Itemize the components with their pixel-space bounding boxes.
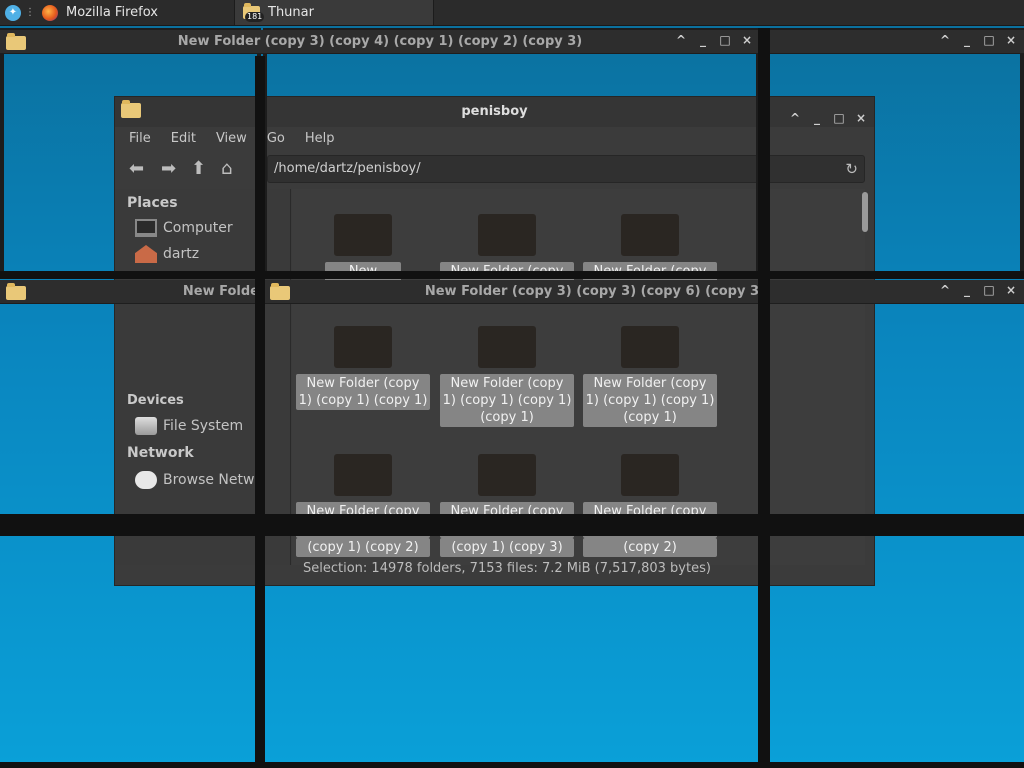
folder-icon [334,454,392,496]
folder-label: (copy 1) (copy 2) [296,538,430,557]
folder-icon [621,326,679,368]
firefox-icon [42,4,58,21]
taskbar-firefox-label: Mozilla Firefox [66,5,158,20]
window-count-badge: 181 [245,12,265,22]
top-panel: ✦ ⋮ Mozilla Firefox Thunar 181 [0,0,1024,26]
taskbar-firefox[interactable]: Mozilla Firefox [34,0,234,25]
folder-icon [478,326,536,368]
drive-icon [135,417,157,435]
tile-titlebar-mid-center[interactable]: New Folder (copy 3) (copy 3) (copy 6) (c… [264,280,1024,304]
minimize-button[interactable]: _ [696,33,710,47]
folder-icon [478,454,536,496]
shade-button[interactable]: ^ [938,283,952,297]
folder-item[interactable]: New Folder (copy 1) (copy 1) (copy 1) (c… [583,326,717,427]
tile-divider-horizontal [0,271,1024,279]
network-heading: Network [127,445,194,461]
folder-icon [621,454,679,496]
close-button[interactable]: × [1004,283,1018,297]
tile-title: New Folder (copy 3) (copy 3) (copy 6) (c… [424,284,759,299]
taskbar-thunar[interactable]: Thunar [234,0,434,25]
minimize-button[interactable]: _ [960,33,974,47]
close-button[interactable]: × [1004,33,1018,47]
folder-label: New Folder (copy 1) (copy 1) (copy 1) [296,374,430,410]
sidebar-item-label: File System [163,418,244,434]
folder-label: (copy 1) (copy 3) [440,538,574,557]
folder-label: New Folder (copy 1) (copy 1) (copy 1) (c… [583,374,717,427]
tile-titlebar-top-right[interactable]: ^ _ □ × [762,30,1024,54]
folder-item[interactable]: New Folder (copy 1) (copy 1) (copy 1) [296,326,430,410]
maximize-button[interactable]: □ [718,33,732,47]
tile-titlebar-top[interactable]: New Folder (copy 3) (copy 4) (copy 1) (c… [0,30,760,54]
folder-label: New Folder (copy 1) (copy 1) (copy 1) (c… [440,374,574,427]
tile-titlebar-mid-left[interactable]: New Folde [0,280,263,304]
tile-divider-vertical [758,28,770,768]
tile-title: New Folde [182,284,259,299]
tile-divider-vertical [255,56,265,768]
folder-label: (copy 2) [583,538,717,557]
devices-heading: Devices [127,393,184,408]
shade-button[interactable]: ^ [674,33,688,47]
tile-title: New Folder (copy 3) (copy 4) (copy 1) (c… [177,34,583,49]
status-bar: Selection: 14978 folders, 7153 files: 7.… [303,561,711,576]
separator-icon: ⋮ [25,7,35,18]
sidebar-item-network[interactable]: Browse Netwo [135,471,263,489]
tile-window-top-center [263,28,760,276]
maximize-button[interactable]: □ [982,283,996,297]
folder-icon [334,326,392,368]
taskbar-thunar-label: Thunar [268,5,314,20]
sidebar-item-filesystem[interactable]: File System [135,417,243,435]
maximize-button[interactable]: □ [982,33,996,47]
sidebar-item-label: Browse Netwo [163,472,264,488]
tile-window-top-right [762,28,1024,276]
app-menu-icon[interactable]: ✦ [5,5,21,21]
shade-button[interactable]: ^ [938,33,952,47]
folder-item[interactable]: New Folder (copy 1) (copy 1) (copy 1) (c… [440,326,574,427]
folder-item[interactable]: (copy 2) [583,538,717,557]
cloud-icon [135,471,157,489]
window-controls: ^ _ □ × [938,33,1018,47]
folder-item[interactable]: (copy 1) (copy 3) [440,538,574,557]
window-controls: ^ _ □ × [938,283,1018,297]
tile-window-top-left [0,28,261,276]
window-controls: ^ _ □ × [674,33,754,47]
close-button[interactable]: × [740,33,754,47]
minimize-button[interactable]: _ [960,283,974,297]
folder-item[interactable]: (copy 1) (copy 2) [296,538,430,557]
tile-divider-horizontal [0,762,1024,768]
tile-divider-horizontal [0,514,1024,536]
